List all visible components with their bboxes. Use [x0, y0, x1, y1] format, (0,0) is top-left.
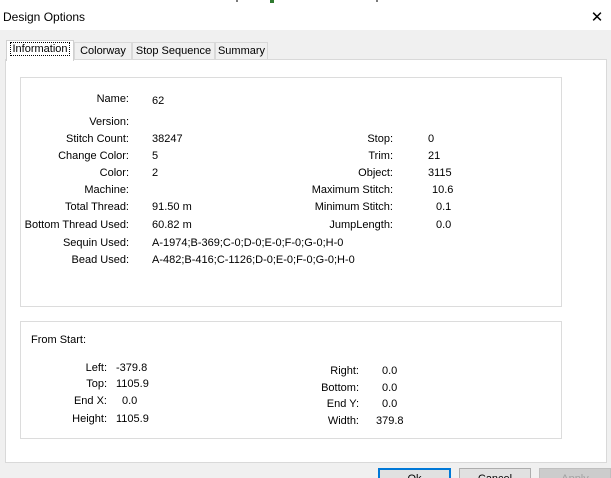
width-label: Width: — [327, 415, 359, 427]
sequin-used-value: A-1974;B-369;C-0;D-0;E-0;F-0;G-0;H-0 — [152, 237, 344, 249]
bead-used-value: A-482;B-416;C-1126;D-0;E-0;F-0;G-0;H-0 — [152, 254, 355, 266]
name-label: Name: — [96, 93, 129, 105]
bottom-thread-used-value: 60.82 m — [152, 219, 192, 231]
object-value: 3115 — [428, 167, 452, 179]
end-y-label: End Y: — [326, 398, 359, 410]
from-start-group: From Start: Left: -379.8 Top: 1105.9 End… — [20, 321, 562, 439]
tab-label: Colorway — [80, 45, 126, 57]
top-value: 1105.9 — [116, 378, 149, 390]
title-bar: Design Options ✕ — [0, 0, 611, 30]
change-color-label: Change Color: — [58, 150, 129, 162]
bead-used-label: Bead Used: — [71, 254, 129, 266]
total-thread-value: 91.50 m — [152, 201, 192, 213]
background-window-edge — [0, 0, 611, 3]
jump-length-label: JumpLength: — [329, 219, 393, 231]
sequin-used-label: Sequin Used: — [62, 237, 129, 249]
minimum-stitch-value: 0.1 — [436, 201, 452, 213]
color-label: Color: — [99, 167, 129, 179]
bottom-value: 0.0 — [382, 382, 398, 394]
trim-value: 21 — [428, 150, 441, 162]
from-start-title: From Start: — [31, 334, 87, 346]
color-value: 2 — [152, 167, 159, 179]
height-value: 1105.9 — [116, 413, 149, 425]
tab-information[interactable]: Information — [6, 40, 74, 61]
end-y-value: 0.0 — [382, 398, 398, 410]
name-value: 62 — [152, 95, 165, 107]
maximum-stitch-value: 10.6 — [432, 184, 454, 196]
tab-label: Information — [10, 42, 70, 56]
minimum-stitch-label: Minimum Stitch: — [314, 201, 393, 213]
machine-label: Machine: — [84, 184, 129, 196]
left-label: Left: — [85, 362, 107, 374]
bottom-label: Bottom: — [321, 382, 359, 394]
tab-label: Summary — [217, 45, 266, 57]
stitch-count-value: 38247 — [152, 133, 183, 145]
end-x-value: 0.0 — [122, 395, 138, 407]
width-value: 379.8 — [376, 415, 404, 427]
jump-length-value: 0.0 — [436, 219, 452, 231]
top-label: Top: — [86, 378, 107, 390]
tab-summary[interactable]: Summary — [215, 42, 268, 60]
height-label: Height: — [72, 413, 107, 425]
apply-button[interactable]: Apply — [539, 468, 611, 478]
bottom-thread-used-label: Bottom Thread Used: — [24, 219, 129, 231]
design-info-group: Name: 62 Version: Stitch Count: 38247 Ch… — [20, 77, 562, 307]
stop-value: 0 — [428, 133, 435, 145]
stitch-count-label: Stitch Count: — [66, 133, 129, 145]
maximum-stitch-label: Maximum Stitch: — [311, 184, 393, 196]
right-value: 0.0 — [382, 365, 398, 377]
left-value: -379.8 — [116, 362, 148, 374]
end-x-label: End X: — [73, 395, 107, 407]
information-tab-page: Name: 62 Version: Stitch Count: 38247 Ch… — [5, 59, 607, 463]
total-thread-label: Total Thread: — [64, 201, 129, 213]
tab-label: Stop Sequence — [135, 45, 212, 57]
object-label: Object: — [358, 167, 393, 179]
ok-button[interactable]: Ok — [378, 468, 451, 478]
right-label: Right: — [330, 365, 359, 377]
change-color-value: 5 — [152, 150, 159, 162]
trim-label: Trim: — [368, 150, 393, 162]
cancel-button[interactable]: Cancel — [459, 468, 531, 478]
window-title: Design Options — [3, 10, 86, 24]
dialog-client-area: Information Colorway Stop Sequence Summa… — [0, 30, 611, 478]
stop-label: Stop: — [367, 133, 393, 145]
tab-colorway[interactable]: Colorway — [74, 42, 132, 60]
tab-stop-sequence[interactable]: Stop Sequence — [132, 42, 215, 60]
version-label: Version: — [89, 116, 129, 128]
close-icon[interactable]: ✕ — [583, 6, 611, 28]
